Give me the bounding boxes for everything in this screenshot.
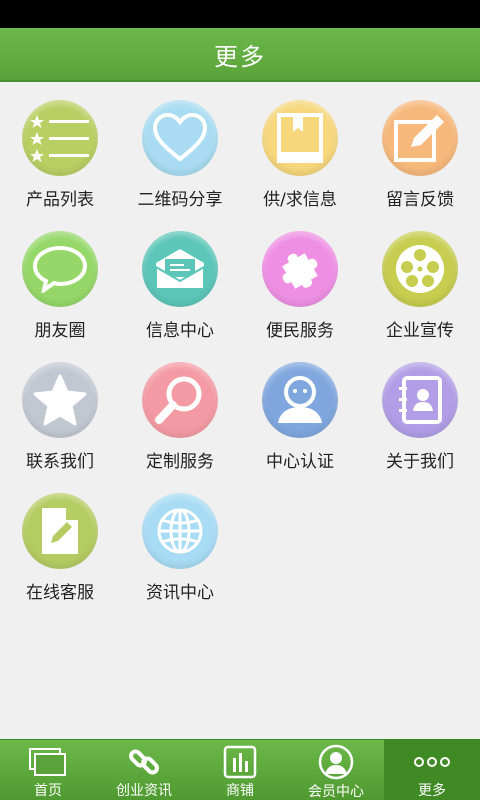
grid-item-convenience-service[interactable]: 便民服务 xyxy=(240,213,360,344)
bottom-tab-bar: 首页 创业资讯 商铺 会员中心 更多 xyxy=(0,739,480,800)
grid-item-label: 在线客服 xyxy=(26,583,94,603)
tab-label: 商铺 xyxy=(226,783,254,799)
tab-label: 更多 xyxy=(418,783,446,799)
grid-item-label: 中心认证 xyxy=(266,452,334,472)
contact-book-icon xyxy=(382,362,458,438)
grid-item-company-promo[interactable]: 企业宣传 xyxy=(360,213,480,344)
grid-item-label: 二维码分享 xyxy=(137,190,223,210)
grid-item-label: 企业宣传 xyxy=(386,321,454,341)
tab-more[interactable]: 更多 xyxy=(384,740,480,800)
user-icon xyxy=(262,362,338,438)
magnifier-icon xyxy=(142,362,218,438)
grid-item-label: 便民服务 xyxy=(266,321,334,341)
tab-shops[interactable]: 商铺 xyxy=(192,740,288,800)
chat-bubble-icon xyxy=(22,231,98,307)
grid-item-about-us[interactable]: 关于我们 xyxy=(360,344,480,475)
tab-label: 会员中心 xyxy=(308,784,364,800)
grid-item-label: 朋友圈 xyxy=(34,321,86,341)
tab-home[interactable]: 首页 xyxy=(0,740,96,800)
home-screens-icon xyxy=(28,744,68,779)
tab-member-center[interactable]: 会员中心 xyxy=(288,740,384,800)
grid-item-moments[interactable]: 朋友圈 xyxy=(0,213,120,344)
grid-item-label: 定制服务 xyxy=(146,452,214,472)
grid-item-label: 供/求信息 xyxy=(263,190,337,210)
grid-item-label: 资讯中心 xyxy=(146,583,214,603)
envelope-icon xyxy=(142,231,218,307)
grid-item-contact-us[interactable]: 联系我们 xyxy=(0,344,120,475)
document-edit-icon xyxy=(22,493,98,569)
grid-item-label: 留言反馈 xyxy=(386,190,454,210)
film-reel-icon xyxy=(382,231,458,307)
grid-item-label: 信息中心 xyxy=(146,321,214,341)
page-title: 更多 xyxy=(214,42,266,71)
product-list-icon xyxy=(22,100,98,176)
grid-item-product-list[interactable]: 产品列表 xyxy=(0,82,120,213)
grid-item-feedback[interactable]: 留言反馈 xyxy=(360,82,480,213)
grid-item-label: 产品列表 xyxy=(26,190,94,210)
grid-item-online-support[interactable]: 在线客服 xyxy=(0,475,120,606)
status-bar xyxy=(0,0,480,28)
grid-item-news-center[interactable]: 资讯中心 xyxy=(120,475,240,606)
globe-icon xyxy=(142,493,218,569)
grid-item-qr-share[interactable]: 二维码分享 xyxy=(120,82,240,213)
header-bar: 更多 xyxy=(0,28,480,82)
grid-item-custom-service[interactable]: 定制服务 xyxy=(120,344,240,475)
member-icon xyxy=(318,744,354,780)
heart-icon xyxy=(142,100,218,176)
tab-label: 首页 xyxy=(34,783,62,799)
edit-icon xyxy=(382,100,458,176)
grid-item-supply-demand[interactable]: 供/求信息 xyxy=(240,82,360,213)
grid-item-center-certification[interactable]: 中心认证 xyxy=(240,344,360,475)
book-icon xyxy=(262,100,338,176)
puzzle-icon xyxy=(262,231,338,307)
tab-label: 创业资讯 xyxy=(116,783,172,799)
grid-item-label: 关于我们 xyxy=(386,452,454,472)
link-icon xyxy=(127,744,161,779)
more-dots-icon xyxy=(412,744,452,779)
star-icon xyxy=(22,362,98,438)
tab-startup-news[interactable]: 创业资讯 xyxy=(96,740,192,800)
bar-chart-icon xyxy=(223,744,257,779)
grid-item-label: 联系我们 xyxy=(26,452,94,472)
grid-item-info-center[interactable]: 信息中心 xyxy=(120,213,240,344)
